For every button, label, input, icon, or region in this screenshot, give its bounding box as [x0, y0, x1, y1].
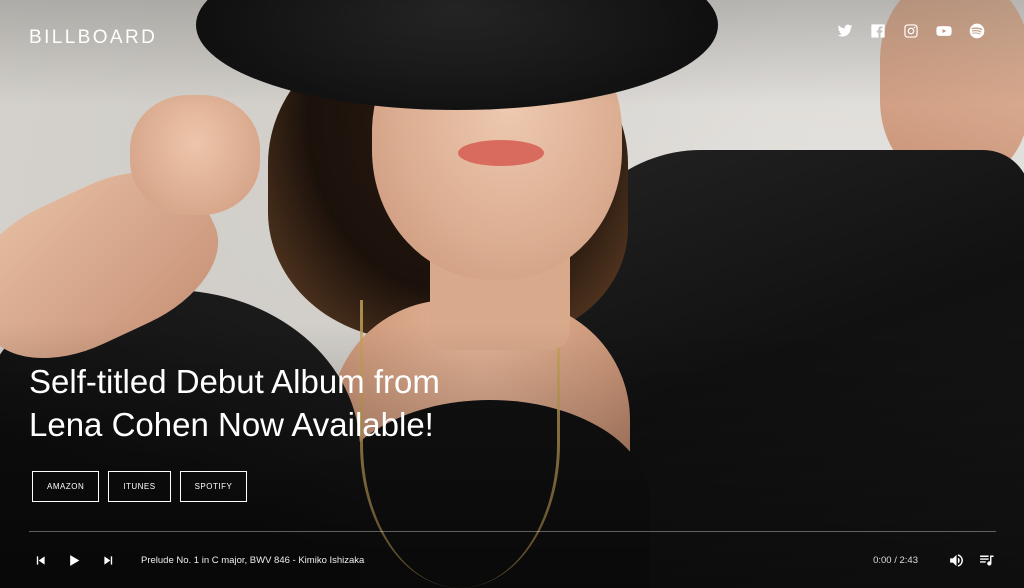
- playlist-icon[interactable]: [976, 550, 996, 570]
- volume-icon[interactable]: [946, 550, 966, 570]
- track-title: Prelude No. 1 in C major, BWV 846 - Kimi…: [141, 554, 365, 566]
- playback-time: 0:00 / 2:43: [873, 554, 918, 566]
- spotify-icon[interactable]: [968, 22, 986, 40]
- headline-line-2: Lena Cohen Now Available!: [29, 406, 434, 443]
- instagram-icon[interactable]: [902, 22, 920, 40]
- previous-icon[interactable]: [29, 549, 51, 571]
- spotify-button[interactable]: SPOTIFY: [179, 471, 248, 502]
- play-icon[interactable]: [63, 549, 85, 571]
- hero-headline: Self-titled Debut Album from Lena Cohen …: [29, 360, 509, 446]
- site-logo[interactable]: BILLBOARD: [29, 27, 157, 49]
- player-divider: [29, 531, 996, 532]
- twitter-icon[interactable]: [836, 22, 854, 40]
- itunes-button[interactable]: ITUNES: [108, 471, 171, 502]
- facebook-icon[interactable]: [869, 22, 887, 40]
- store-buttons: AMAZON ITUNES SPOTIFY: [32, 471, 248, 502]
- headline-line-1: Self-titled Debut Album from: [29, 363, 440, 400]
- amazon-button[interactable]: AMAZON: [32, 471, 100, 502]
- youtube-icon[interactable]: [935, 22, 953, 40]
- next-icon[interactable]: [97, 549, 119, 571]
- social-links: [836, 22, 986, 40]
- audio-player: Prelude No. 1 in C major, BWV 846 - Kimi…: [29, 546, 996, 574]
